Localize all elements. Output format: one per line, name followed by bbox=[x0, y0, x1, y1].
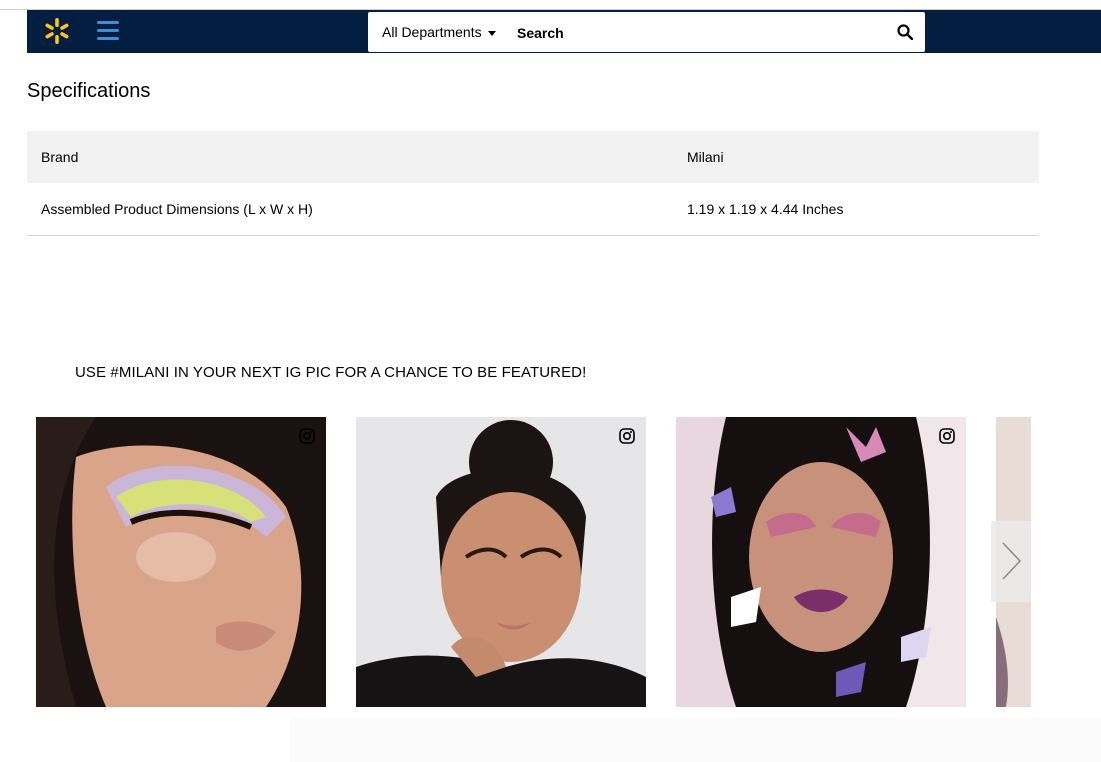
spec-row: Assembled Product Dimensions (L x W x H)… bbox=[27, 183, 1039, 235]
magnifier-icon[interactable] bbox=[897, 24, 913, 40]
caret-down-icon bbox=[487, 30, 496, 36]
specifications-title: Specifications bbox=[27, 80, 151, 102]
menu-bar bbox=[97, 29, 119, 32]
walmart-spark-icon[interactable] bbox=[43, 17, 71, 45]
instagram-icon bbox=[299, 428, 315, 444]
menu-bar bbox=[97, 37, 119, 40]
instagram-photo bbox=[356, 417, 646, 707]
spec-row: Brand Milani bbox=[27, 131, 1039, 183]
carousel-next-button[interactable] bbox=[991, 521, 1031, 602]
ig-photo-3[interactable] bbox=[676, 417, 966, 707]
instagram-icon bbox=[939, 428, 955, 444]
ig-photo-2[interactable] bbox=[356, 417, 646, 707]
top-border bbox=[0, 0, 1101, 10]
spec-key: Assembled Product Dimensions (L x W x H) bbox=[41, 200, 313, 217]
instagram-photo bbox=[676, 417, 966, 707]
spec-key: Brand bbox=[41, 149, 79, 165]
ig-photo-1[interactable] bbox=[36, 417, 326, 707]
departments-dropdown[interactable]: All Departments bbox=[382, 12, 496, 52]
instagram-heading: USE #MILANI IN YOUR NEXT IG PIC FOR A CH… bbox=[75, 364, 587, 381]
instagram-photo bbox=[36, 417, 326, 707]
specifications-table: Brand Milani Assembled Product Dimension… bbox=[27, 131, 1039, 236]
departments-label: All Departments bbox=[382, 24, 482, 40]
instagram-icon bbox=[619, 428, 635, 444]
hamburger-menu-icon[interactable] bbox=[97, 21, 119, 43]
search-input[interactable] bbox=[515, 20, 879, 46]
spec-value: 1.19 x 1.19 x 4.44 Inches bbox=[687, 200, 844, 217]
menu-bar bbox=[97, 21, 119, 24]
chevron-right-icon bbox=[1002, 542, 1022, 580]
spec-value: Milani bbox=[687, 149, 724, 165]
bottom-overlay bbox=[290, 718, 1101, 762]
search-bar: All Departments bbox=[368, 12, 925, 52]
site-header: All Departments bbox=[27, 10, 1101, 53]
